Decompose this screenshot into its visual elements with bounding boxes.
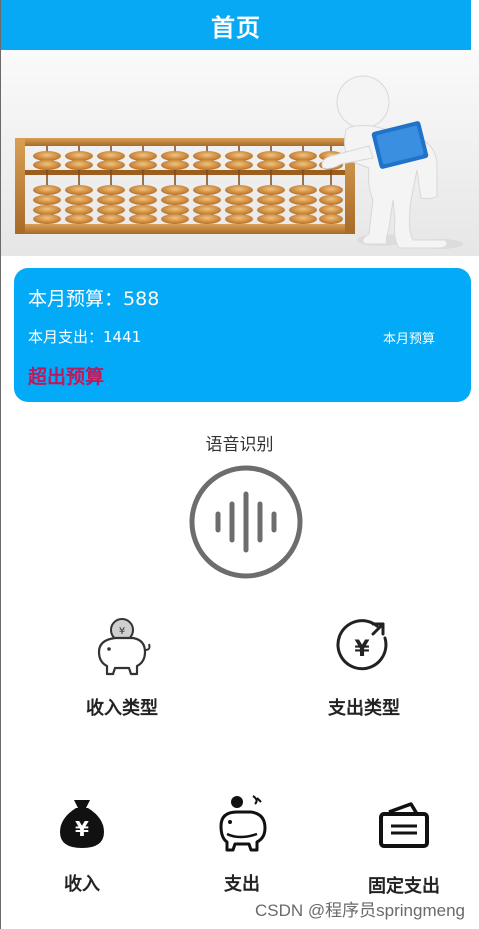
- set-budget-link[interactable]: 本月预算: [383, 328, 435, 347]
- expense-type-button[interactable]: ¥ 支出类型: [304, 616, 424, 720]
- monthly-budget: 本月预算：588: [28, 284, 159, 311]
- banner-image: [1, 50, 479, 256]
- piggy-expense-icon: [219, 795, 267, 852]
- expense-button[interactable]: 支出: [202, 794, 282, 896]
- monthly-expense: 本月支出：1441: [28, 326, 141, 347]
- monthly-budget-label: 本月预算：: [28, 288, 124, 310]
- piggy-bank-coin-icon: ¥: [97, 618, 151, 676]
- expense-type-label: 支出类型: [328, 698, 400, 719]
- income-type-label: 收入类型: [86, 698, 158, 719]
- expense-label: 支出: [224, 874, 260, 895]
- abacus-illustration: [1, 50, 479, 256]
- monthly-expense-label: 本月支出：: [28, 328, 104, 346]
- watermark: CSDN @程序员springmeng: [255, 901, 465, 920]
- svg-text:¥: ¥: [119, 626, 125, 637]
- money-bag-icon: ¥: [60, 800, 104, 848]
- svg-text:¥: ¥: [75, 817, 89, 841]
- voice-wave-icon: [189, 465, 303, 579]
- voice-recognition-label: 语音识别: [205, 435, 274, 455]
- page-title: 首页: [211, 13, 261, 42]
- yuan-exchange-icon: ¥: [336, 619, 388, 671]
- income-type-button[interactable]: ¥ 收入类型: [62, 616, 182, 720]
- over-budget-status: 超出预算: [28, 366, 105, 388]
- app-header: 首页: [1, 0, 471, 50]
- svg-text:¥: ¥: [354, 637, 370, 662]
- budget-card[interactable]: 本月预算：588 本月支出：1441 本月预算 超出预算: [14, 268, 471, 402]
- wallet-icon: [379, 802, 429, 848]
- income-label: 收入: [64, 874, 100, 895]
- fixed-expense-label: 固定支出: [368, 876, 440, 897]
- income-button[interactable]: ¥ 收入: [42, 796, 122, 896]
- monthly-expense-value: 1441: [103, 328, 142, 346]
- monthly-budget-value: 588: [123, 288, 160, 310]
- fixed-expense-button[interactable]: 固定支出: [354, 800, 454, 898]
- voice-recognition-button[interactable]: [188, 464, 304, 580]
